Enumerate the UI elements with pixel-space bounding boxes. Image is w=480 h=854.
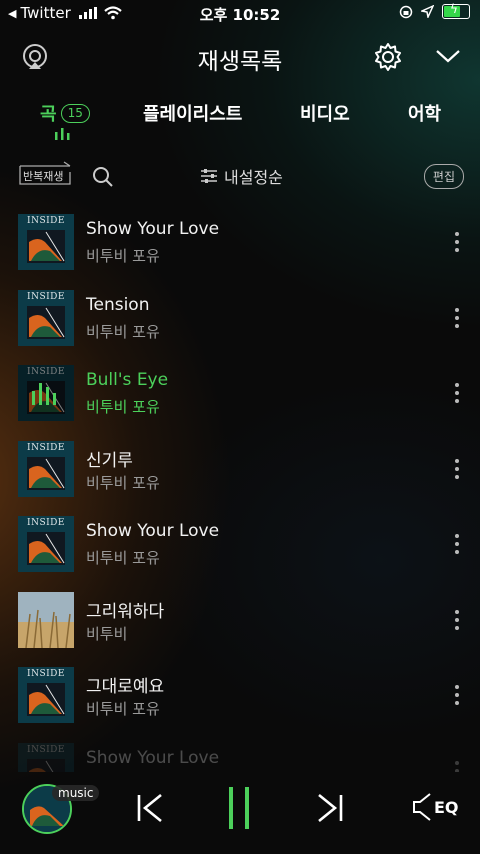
- sort-label: 내설정순: [224, 168, 283, 187]
- more-vertical-icon[interactable]: [449, 532, 465, 556]
- song-title: 그리워하다: [86, 601, 165, 622]
- song-artist: 비투비 포유: [86, 700, 160, 718]
- mini-player: music EQ: [0, 772, 480, 854]
- repeat-label: 반복재생: [23, 170, 64, 183]
- repeat-button[interactable]: 반복재생: [18, 160, 72, 190]
- status-bar: ◀ Twitter 오후 10:52 ϟ: [0, 0, 480, 28]
- page-title: 재생목록: [197, 49, 283, 75]
- song-count-badge: 15: [60, 104, 90, 123]
- song-title: 그대로예요: [86, 677, 165, 697]
- song-list: INSIDE Show Your Love 비투비 포유 INSIDE Tension 비…: [0, 212, 480, 772]
- album-cover-inside: INSIDE: [18, 742, 74, 772]
- album-cover-inside: INSIDE: [18, 667, 74, 723]
- song-title: Show Your Love: [86, 521, 220, 541]
- song-row[interactable]: INSIDE 그대로예요비투비 포유: [0, 665, 480, 737]
- chevron-down-icon[interactable]: [434, 42, 462, 70]
- more-vertical-icon[interactable]: [449, 608, 465, 632]
- song-artist: 비투비 포유: [86, 322, 160, 341]
- tab-songs[interactable]: 곡 15: [40, 100, 90, 126]
- song-artist: 비투비 포유: [86, 473, 160, 492]
- tab-playlists[interactable]: 플레이리스트: [143, 100, 242, 126]
- music-source-label: music: [52, 785, 100, 801]
- song-row[interactable]: INSIDE 신기루비투비 포유: [0, 439, 480, 511]
- cover-text: INSIDE: [27, 744, 65, 755]
- more-vertical-icon[interactable]: [449, 230, 465, 254]
- now-playing-indicator: [18, 365, 74, 421]
- album-cover-inside: INSIDE: [18, 289, 74, 346]
- song-row[interactable]: INSIDE Show Your Love 비투비 포유: [0, 212, 480, 284]
- search-icon[interactable]: [92, 166, 114, 188]
- edit-button[interactable]: 편집: [423, 164, 464, 189]
- speaker-eq-icon: [413, 793, 431, 821]
- song-title: 신기루: [86, 450, 133, 471]
- list-toolbar: 반복재생 내설정순 편집: [0, 160, 480, 194]
- album-cover-field: [18, 591, 74, 648]
- tab-language[interactable]: 어학: [408, 100, 441, 126]
- song-title: Show Your Love: [86, 219, 220, 239]
- gear-icon[interactable]: [373, 42, 403, 72]
- song-artist: 비투비: [86, 624, 128, 643]
- rotation-lock-icon: [399, 5, 413, 18]
- cover-text: INSIDE: [27, 518, 65, 528]
- tab-videos[interactable]: 비디오: [300, 100, 350, 126]
- song-artist: 비투비 포유: [86, 549, 160, 567]
- equalizer-bars-icon: [55, 128, 70, 140]
- previous-icon[interactable]: [135, 792, 165, 824]
- sliders-icon: [201, 169, 217, 183]
- eq-label: EQ: [434, 797, 459, 817]
- more-vertical-icon[interactable]: [449, 306, 465, 330]
- tab-bar: 곡 15 플레이리스트 비디오 어학: [0, 96, 480, 146]
- more-vertical-icon[interactable]: [449, 759, 465, 772]
- song-row[interactable]: INSIDE Show Your Love 비투비 포유: [0, 514, 480, 586]
- next-icon[interactable]: [315, 792, 345, 824]
- more-vertical-icon[interactable]: [449, 683, 465, 707]
- header: 재생목록: [0, 36, 480, 80]
- song-row[interactable]: INSIDEShow Your Love비투비 포유: [0, 741, 480, 772]
- song-artist: 비투비 포유: [86, 247, 160, 265]
- battery-icon: ϟ: [442, 2, 470, 19]
- album-cover-inside: INSIDE: [18, 440, 74, 497]
- more-vertical-icon[interactable]: [449, 381, 465, 405]
- cover-text: INSIDE: [27, 291, 65, 302]
- song-row[interactable]: INSIDE Tension 비투비 포유: [0, 288, 480, 360]
- song-row[interactable]: INSIDE Bull's Eye 비투비 포유: [0, 363, 480, 435]
- tab-songs-label: 곡: [40, 104, 57, 125]
- cover-text: INSIDE: [27, 442, 65, 453]
- sort-dropdown[interactable]: 내설정순: [200, 164, 283, 188]
- album-cover-inside: INSIDE: [18, 516, 74, 572]
- status-indicators: ϟ: [399, 2, 470, 19]
- song-title: Bull's Eye: [86, 370, 169, 390]
- more-vertical-icon[interactable]: [449, 457, 465, 481]
- album-cover-inside: INSIDE: [18, 365, 74, 421]
- album-cover-inside: INSIDE: [18, 214, 74, 270]
- song-title: Tension: [86, 294, 150, 315]
- pause-icon[interactable]: [226, 786, 252, 830]
- song-artist: 비투비 포유: [86, 398, 160, 416]
- song-title: Show Your Love: [86, 747, 220, 768]
- location-arrow-icon: [421, 5, 434, 18]
- eq-button[interactable]: EQ: [412, 792, 459, 822]
- cover-text: INSIDE: [27, 669, 65, 679]
- song-row[interactable]: 그리워하다비투비: [0, 590, 480, 662]
- cover-text: INSIDE: [27, 216, 65, 226]
